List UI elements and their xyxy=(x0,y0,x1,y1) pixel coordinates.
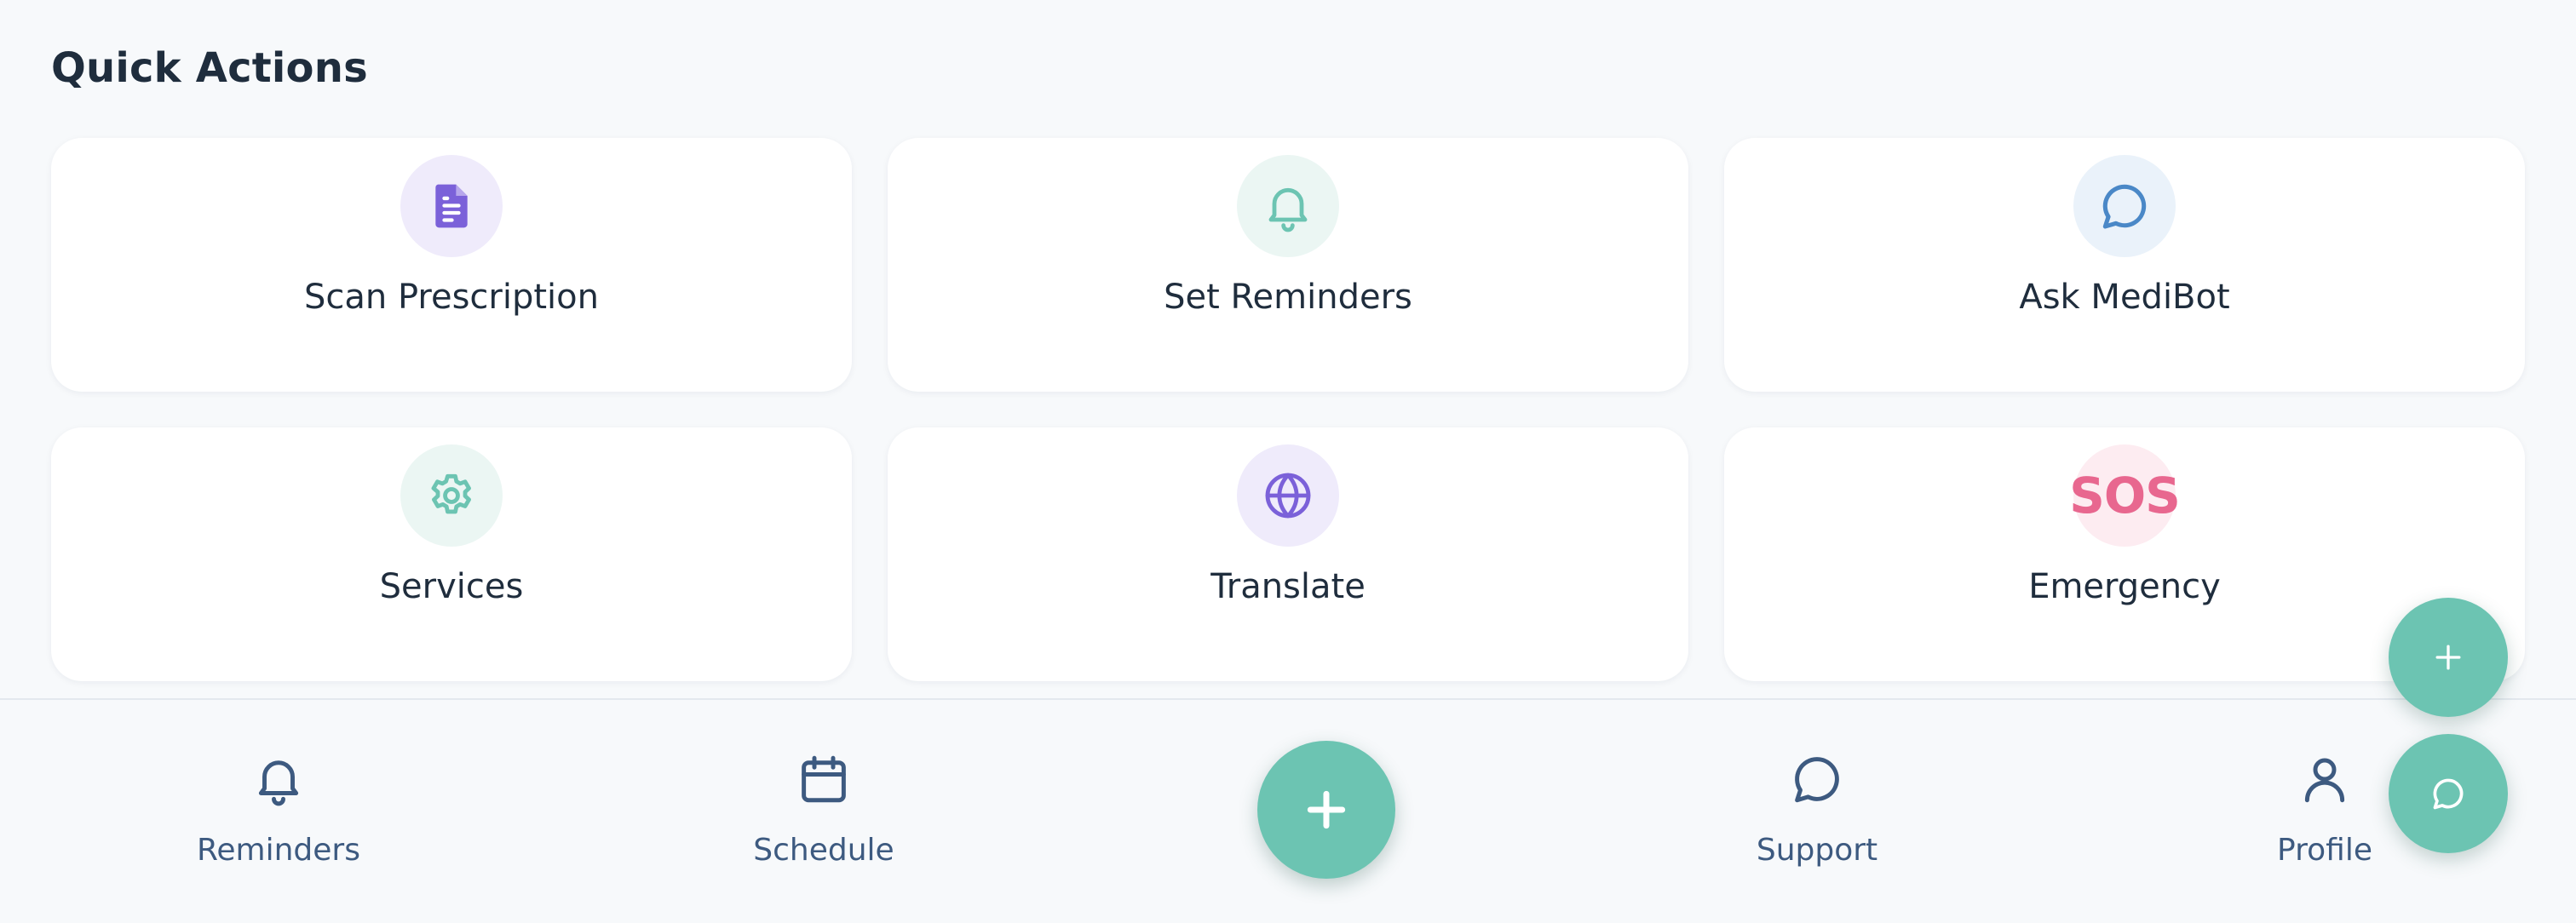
nav-label: Schedule xyxy=(753,833,894,868)
card-label: Services xyxy=(379,567,524,606)
center-add-button[interactable] xyxy=(1257,741,1395,879)
user-icon xyxy=(2304,758,2345,803)
chat-bubble-icon xyxy=(2073,155,2176,257)
plus-icon xyxy=(2435,645,2461,670)
set-reminders-card[interactable]: Set Reminders xyxy=(888,138,1688,392)
chat-bubble-icon xyxy=(1795,757,1839,803)
document-icon xyxy=(400,155,503,257)
card-label: Ask MediBot xyxy=(2019,278,2230,317)
services-card[interactable]: Services xyxy=(51,427,852,681)
globe-icon xyxy=(1237,444,1339,547)
translate-card[interactable]: Translate xyxy=(888,427,1688,681)
nav-label: Reminders xyxy=(197,833,360,868)
bell-icon xyxy=(1237,155,1339,257)
floating-add-button[interactable] xyxy=(2389,598,2508,717)
quick-actions-grid: Scan Prescription Set Reminders Ask Medi… xyxy=(51,138,2525,681)
card-label: Set Reminders xyxy=(1164,278,1412,317)
bell-icon xyxy=(258,760,299,806)
ask-medibot-card[interactable]: Ask MediBot xyxy=(1724,138,2525,392)
floating-chat-button[interactable] xyxy=(2389,734,2508,853)
nav-item-support[interactable]: Support xyxy=(1689,751,1945,887)
sos-icon: SOS xyxy=(2069,444,2181,547)
sos-text: SOS xyxy=(2069,467,2181,525)
scan-prescription-card[interactable]: Scan Prescription xyxy=(51,138,852,392)
chat-bubble-icon xyxy=(2433,778,2464,810)
card-label: Translate xyxy=(1210,567,1366,606)
nav-label: Support xyxy=(1756,833,1878,868)
section-title: Quick Actions xyxy=(51,44,368,92)
calendar-icon xyxy=(802,755,846,803)
card-label: Scan Prescription xyxy=(304,278,599,317)
nav-item-reminders[interactable]: Reminders xyxy=(151,751,406,887)
nav-item-schedule[interactable]: Schedule xyxy=(696,751,952,887)
card-label: Emergency xyxy=(2028,567,2221,606)
gear-icon xyxy=(400,444,503,547)
plus-icon xyxy=(1307,790,1346,829)
